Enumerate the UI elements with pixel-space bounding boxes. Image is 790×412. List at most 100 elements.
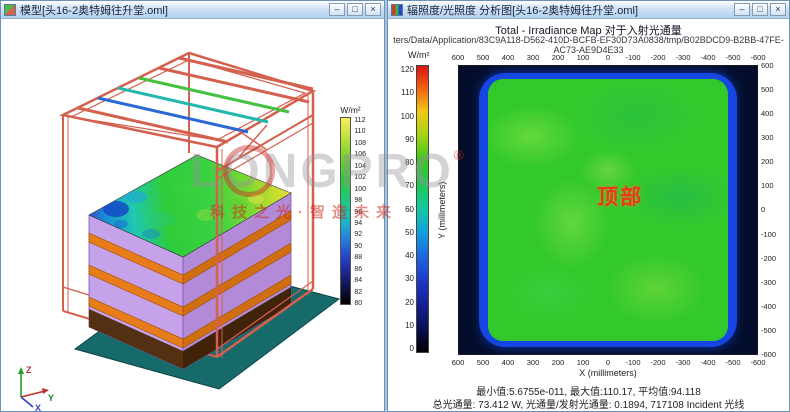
tick-label: -300 bbox=[761, 278, 776, 287]
tick-label: 110 bbox=[354, 128, 366, 135]
model-window-title: 模型[头16-2奥特姆往升堂.oml] bbox=[20, 2, 325, 18]
model-window-controls: – □ × bbox=[329, 3, 381, 16]
model-window-titlebar[interactable]: 模型[头16-2奥特姆往升堂.oml] – □ × bbox=[1, 1, 384, 19]
tick-label: 82 bbox=[354, 289, 366, 296]
model-colorbar-unit: W/m² bbox=[340, 105, 366, 115]
irradiance-map: 顶部 bbox=[458, 65, 758, 355]
tick-label: 0 bbox=[596, 53, 620, 62]
tick-label: 500 bbox=[761, 85, 776, 94]
tick-label: 90 bbox=[394, 135, 414, 144]
model-window: 模型[头16-2奥特姆往升堂.oml] – □ × bbox=[0, 0, 385, 412]
maximize-button[interactable]: □ bbox=[752, 3, 768, 16]
stats-line-2: 总光通量: 73.412 W, 光通量/发射光通量: 0.1894, 71710… bbox=[388, 396, 789, 411]
map-colorbar: 1201101009080706050403020100 bbox=[394, 65, 429, 353]
tick-label: 70 bbox=[394, 181, 414, 190]
tick-label: -200 bbox=[646, 358, 670, 367]
tick-label: -600 bbox=[746, 358, 770, 367]
maximize-button[interactable]: □ bbox=[347, 3, 363, 16]
model-window-icon bbox=[4, 4, 16, 16]
tick-label: 94 bbox=[354, 220, 366, 227]
tick-label: 10 bbox=[394, 321, 414, 330]
model-colorbar-ticks: 1121101081061041021009896949290888684828… bbox=[354, 117, 366, 307]
tick-label: 0 bbox=[761, 205, 776, 214]
tick-label: 500 bbox=[471, 358, 495, 367]
tick-label: 104 bbox=[354, 163, 366, 170]
model-colorbar-gradient bbox=[340, 117, 351, 305]
tick-label: -400 bbox=[761, 302, 776, 311]
tick-label: -100 bbox=[621, 358, 645, 367]
x-axis-ticks-top: 6005004003002001000-100-200-300-400-500-… bbox=[446, 53, 770, 62]
triad-z-label: Z bbox=[26, 365, 32, 375]
tick-label: 200 bbox=[546, 358, 570, 367]
tick-label: 100 bbox=[354, 186, 366, 193]
tick-label: 80 bbox=[354, 300, 366, 307]
tick-label: 20 bbox=[394, 298, 414, 307]
tick-label: 400 bbox=[761, 109, 776, 118]
triad-y-label: Y bbox=[48, 393, 54, 403]
tick-label: 100 bbox=[571, 53, 595, 62]
tick-label: 90 bbox=[354, 243, 366, 250]
tick-label: -200 bbox=[646, 53, 670, 62]
tick-label: 600 bbox=[761, 61, 776, 70]
tick-label: 120 bbox=[394, 65, 414, 74]
tick-label: 98 bbox=[354, 197, 366, 204]
tick-label: 600 bbox=[446, 53, 470, 62]
model-colorbar: W/m² 11211010810610410210098969492908886… bbox=[340, 105, 366, 307]
tick-label: 600 bbox=[446, 358, 470, 367]
tick-label: 100 bbox=[571, 358, 595, 367]
tick-label: 300 bbox=[521, 358, 545, 367]
map-colorbar-ticks: 1201101009080706050403020100 bbox=[394, 65, 416, 353]
tick-label: 0 bbox=[394, 344, 414, 353]
tick-label: 400 bbox=[496, 53, 520, 62]
tick-label: 80 bbox=[394, 158, 414, 167]
tick-label: 200 bbox=[761, 157, 776, 166]
y-axis-label: Y (millimeters) bbox=[436, 65, 448, 355]
tick-label: 400 bbox=[496, 358, 520, 367]
x-axis-label: X (millimeters) bbox=[458, 368, 758, 378]
tick-label: 84 bbox=[354, 277, 366, 284]
triad-x-label: X bbox=[35, 403, 41, 411]
tick-label: 300 bbox=[521, 53, 545, 62]
irradiance-window-titlebar[interactable]: 辐照度/光照度 分析图[头16-2奥特姆往升堂.oml] – □ × bbox=[388, 1, 789, 19]
tick-label: 60 bbox=[394, 205, 414, 214]
tick-label: 40 bbox=[394, 251, 414, 260]
tick-label: -300 bbox=[671, 358, 695, 367]
tick-label: 106 bbox=[354, 151, 366, 158]
tick-label: 96 bbox=[354, 209, 366, 216]
tick-label: 500 bbox=[471, 53, 495, 62]
map-file-path: ters/Data/Application/83C9A118-D562-410D… bbox=[388, 35, 789, 55]
tick-label: 200 bbox=[546, 53, 570, 62]
tick-label: 100 bbox=[761, 181, 776, 190]
minimize-button[interactable]: – bbox=[734, 3, 750, 16]
irradiance-map-panel: Total - Irradiance Map 对于入射光通量 ters/Data… bbox=[388, 19, 789, 411]
tick-label: 108 bbox=[354, 140, 366, 147]
close-button[interactable]: × bbox=[770, 3, 786, 16]
tick-label: -200 bbox=[761, 254, 776, 263]
tick-label: 86 bbox=[354, 266, 366, 273]
irradiance-window-title: 辐照度/光照度 分析图[头16-2奥特姆往升堂.oml] bbox=[407, 2, 730, 18]
tick-label: -400 bbox=[696, 358, 720, 367]
mdi-workspace: 模型[头16-2奥特姆往升堂.oml] – □ × bbox=[0, 0, 790, 412]
tick-label: 30 bbox=[394, 274, 414, 283]
tick-label: 0 bbox=[596, 358, 620, 367]
tick-label: 50 bbox=[394, 228, 414, 237]
tick-label: 88 bbox=[354, 254, 366, 261]
tick-label: -100 bbox=[621, 53, 645, 62]
irradiance-window: 辐照度/光照度 分析图[头16-2奥特姆往升堂.oml] – □ × Total… bbox=[387, 0, 790, 412]
tick-label: -100 bbox=[761, 230, 776, 239]
model-3d-viewport[interactable]: Z Y X W/m² 11211010810610410210098969492… bbox=[1, 19, 384, 411]
tick-label: -400 bbox=[696, 53, 720, 62]
x-axis-ticks-bottom: 6005004003002001000-100-200-300-400-500-… bbox=[446, 358, 770, 367]
close-button[interactable]: × bbox=[365, 3, 381, 16]
minimize-button[interactable]: – bbox=[329, 3, 345, 16]
tick-label: 92 bbox=[354, 231, 366, 238]
tick-label: 112 bbox=[354, 117, 366, 124]
tick-label: 100 bbox=[394, 112, 414, 121]
tick-label: -300 bbox=[671, 53, 695, 62]
tick-label: -500 bbox=[761, 326, 776, 335]
irradiance-window-icon bbox=[391, 4, 403, 16]
map-colorbar-unit: W/m² bbox=[408, 50, 430, 60]
tick-label: 110 bbox=[394, 88, 414, 97]
map-annotation: 顶部 bbox=[597, 181, 643, 211]
map-colorbar-gradient bbox=[416, 65, 429, 353]
